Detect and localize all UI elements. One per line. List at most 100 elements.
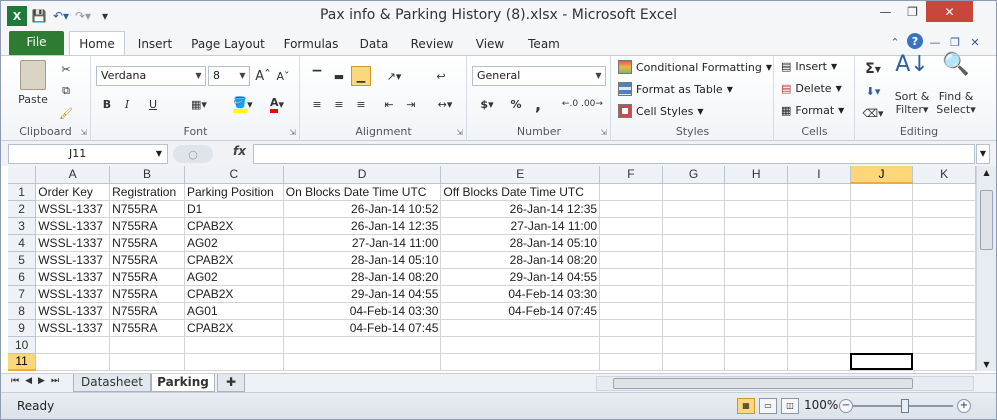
cell[interactable]: WSSL-1337 xyxy=(35,251,111,269)
increase-font-icon[interactable]: Aˆ xyxy=(254,66,272,86)
vertical-scrollbar[interactable]: ▲ ▼ xyxy=(976,166,996,371)
align-right-icon[interactable]: ≡ xyxy=(351,94,371,114)
cell[interactable]: 28-Jan-14 05:10 xyxy=(283,251,442,269)
number-launcher-icon[interactable]: ⇲ xyxy=(600,128,607,137)
cell[interactable] xyxy=(787,268,851,286)
format-as-table-button[interactable]: Format as Table ▼ xyxy=(618,82,733,96)
cell-styles-button[interactable]: Cell Styles ▼ xyxy=(618,104,704,118)
workbook-close-icon[interactable]: ✕ xyxy=(967,33,983,51)
conditional-formatting-button[interactable]: Conditional Formatting ▼ xyxy=(618,60,772,74)
cell[interactable] xyxy=(850,234,914,252)
next-sheet-icon[interactable]: ▶ xyxy=(38,376,45,386)
cell[interactable]: N755RA xyxy=(109,251,185,269)
cell[interactable]: 29-Jan-14 04:55 xyxy=(440,268,601,286)
underline-button[interactable]: U xyxy=(140,94,166,114)
cell[interactable]: WSSL-1337 xyxy=(35,268,111,286)
cell[interactable] xyxy=(787,319,851,337)
font-launcher-icon[interactable]: ⇲ xyxy=(289,128,296,137)
cell[interactable] xyxy=(850,200,914,218)
cell[interactable] xyxy=(599,251,663,269)
help-icon[interactable]: ? xyxy=(907,33,923,49)
row-header[interactable]: 3 xyxy=(8,217,37,235)
tab-insert[interactable]: Insert xyxy=(133,33,177,55)
cell[interactable]: WSSL-1337 xyxy=(35,200,111,218)
zoom-in-icon[interactable]: + xyxy=(957,399,971,413)
cell[interactable] xyxy=(787,302,851,320)
increase-indent-icon[interactable]: ⇥ xyxy=(401,94,421,114)
cell[interactable] xyxy=(440,319,601,337)
vertical-scroll-thumb[interactable] xyxy=(980,190,993,250)
comma-style-button[interactable]: , xyxy=(528,94,548,114)
paste-button[interactable]: Paste xyxy=(15,60,51,106)
page-break-view-icon[interactable]: ◫ xyxy=(781,398,799,414)
tab-formulas[interactable]: Formulas xyxy=(281,33,341,55)
cell[interactable] xyxy=(724,200,789,218)
align-middle-icon[interactable]: ▬ xyxy=(329,66,349,86)
cell[interactable] xyxy=(283,336,442,354)
column-header[interactable]: A xyxy=(35,166,111,184)
alignment-launcher-icon[interactable]: ⇲ xyxy=(456,128,463,137)
cell[interactable]: N755RA xyxy=(109,234,185,252)
cell[interactable] xyxy=(662,234,726,252)
cell[interactable] xyxy=(724,268,789,286)
cell[interactable]: 28-Jan-14 08:20 xyxy=(283,268,442,286)
restore-icon[interactable]: ❐ xyxy=(899,1,926,22)
cell[interactable] xyxy=(912,251,976,269)
align-bottom-icon[interactable]: ▁ xyxy=(351,66,371,86)
column-header[interactable]: E xyxy=(440,166,601,184)
cell[interactable] xyxy=(787,200,851,218)
align-top-icon[interactable]: ▔ xyxy=(307,66,327,86)
cell[interactable] xyxy=(787,336,851,354)
insert-sheet-icon[interactable]: ✚ xyxy=(217,374,245,392)
column-header[interactable]: B xyxy=(109,166,185,184)
workbook-minimize-icon[interactable]: — xyxy=(927,33,943,51)
decrease-indent-icon[interactable]: ⇤ xyxy=(379,94,399,114)
cell[interactable] xyxy=(184,336,284,354)
cell[interactable]: 26-Jan-14 10:52 xyxy=(283,200,442,218)
cell[interactable] xyxy=(787,234,851,252)
expand-formula-bar-icon[interactable]: ▼ xyxy=(976,144,990,164)
cell[interactable] xyxy=(912,234,976,252)
cell[interactable] xyxy=(109,336,185,354)
formula-input[interactable] xyxy=(253,144,975,164)
clipboard-launcher-icon[interactable]: ⇲ xyxy=(80,128,87,137)
cell[interactable] xyxy=(440,336,601,354)
cell[interactable] xyxy=(912,217,976,235)
minimize-icon[interactable]: — xyxy=(872,1,899,22)
cell[interactable] xyxy=(35,353,111,371)
cell[interactable]: 28-Jan-14 08:20 xyxy=(440,251,601,269)
cell[interactable]: WSSL-1337 xyxy=(35,234,111,252)
row-header[interactable]: 11 xyxy=(8,353,37,371)
page-layout-view-icon[interactable]: ▭ xyxy=(759,398,777,414)
close-icon[interactable]: ✕ xyxy=(926,1,973,22)
row-header[interactable]: 2 xyxy=(8,200,37,218)
cell[interactable]: 27-Jan-14 11:00 xyxy=(440,217,601,235)
cell[interactable]: 29-Jan-14 04:55 xyxy=(283,285,442,303)
cell[interactable]: N755RA xyxy=(109,268,185,286)
cell[interactable] xyxy=(662,319,726,337)
cell[interactable]: 04-Feb-14 03:30 xyxy=(440,285,601,303)
cell[interactable] xyxy=(724,319,789,337)
cell[interactable] xyxy=(850,268,914,286)
cell[interactable] xyxy=(724,251,789,269)
scroll-down-icon[interactable]: ▼ xyxy=(977,360,996,369)
workbook-restore-icon[interactable]: ❐ xyxy=(947,33,963,51)
cell[interactable] xyxy=(912,268,976,286)
cell[interactable] xyxy=(662,183,726,201)
cell[interactable] xyxy=(35,336,111,354)
decrease-decimal-icon[interactable]: .00→ xyxy=(581,94,603,114)
delete-cells-button[interactable]: ▤ Delete ▼ xyxy=(781,82,842,95)
cell[interactable] xyxy=(662,302,726,320)
row-header[interactable]: 1 xyxy=(8,183,37,201)
cell[interactable]: 26-Jan-14 12:35 xyxy=(440,200,601,218)
scroll-up-icon[interactable]: ▲ xyxy=(977,168,996,177)
font-color-button[interactable]: A ▾ xyxy=(262,94,292,114)
cell[interactable] xyxy=(599,200,663,218)
horizontal-scroll-thumb[interactable] xyxy=(613,378,913,389)
column-header[interactable]: I xyxy=(787,166,851,184)
number-format-select[interactable]: General ▼ xyxy=(472,66,606,86)
cell[interactable]: CPAB2X xyxy=(184,319,284,337)
cell[interactable] xyxy=(912,319,976,337)
cell[interactable]: WSSL-1337 xyxy=(35,302,111,320)
cell[interactable]: CPAB2X xyxy=(184,251,284,269)
